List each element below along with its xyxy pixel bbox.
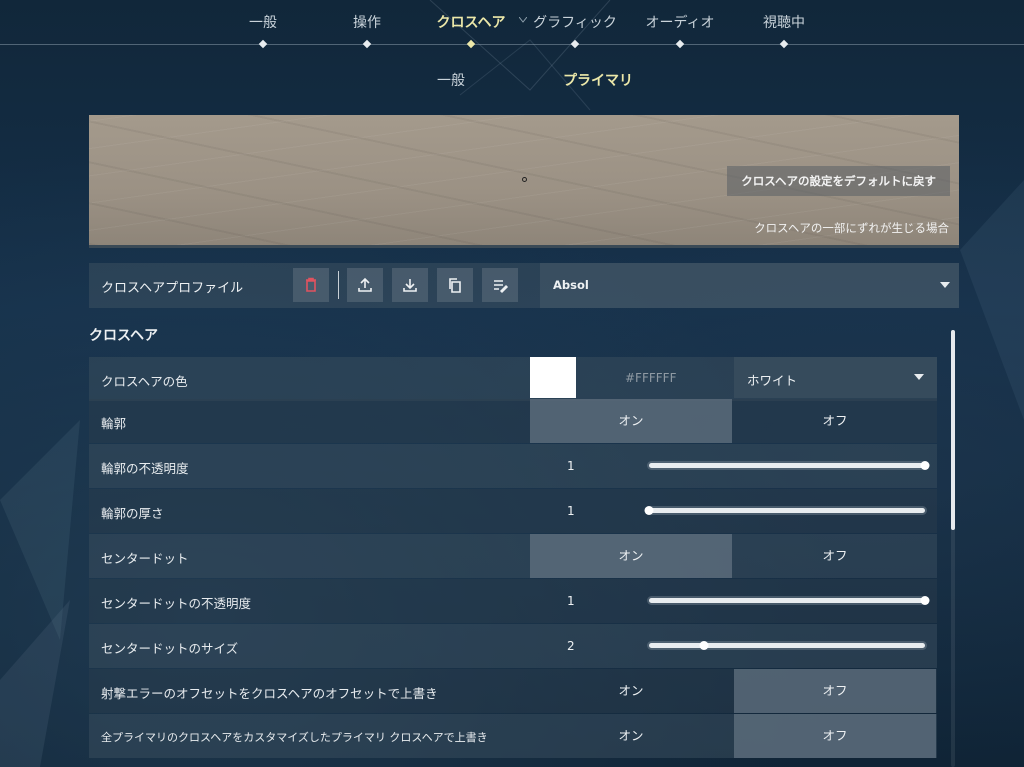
setting-label: センタードット <box>101 551 189 566</box>
chevron-down-icon <box>519 17 527 23</box>
nav-marker-active <box>466 39 476 49</box>
center-dot-on-button[interactable]: オン <box>530 534 732 578</box>
tab-controls[interactable]: 操作 <box>353 12 381 32</box>
crosshair-preview-dot <box>522 177 527 182</box>
copy-icon <box>449 278 461 293</box>
setting-row-outline-thickness: 輪郭の厚さ 1 <box>89 489 937 533</box>
subtab-general[interactable]: 一般 <box>437 70 465 90</box>
firing-error-on-button[interactable]: オン <box>530 669 732 713</box>
slider-value: 1 <box>567 504 575 518</box>
caret-down-icon <box>940 282 950 288</box>
tab-graphics[interactable]: グラフィック <box>533 12 617 32</box>
setting-row-center-dot-opacity: センタードットの不透明度 1 <box>89 579 937 623</box>
rename-profile-button[interactable] <box>482 268 518 302</box>
center-dot-off-button[interactable]: オフ <box>734 534 936 578</box>
firing-error-off-button[interactable]: オフ <box>734 669 936 713</box>
rename-icon <box>494 280 509 294</box>
setting-label: センタードットの不透明度 <box>101 596 252 611</box>
tab-audio[interactable]: オーディオ <box>645 12 714 32</box>
color-dropdown[interactable]: ホワイト <box>734 357 937 398</box>
preview-note: クロスヘアの一部にずれが生じる場合 <box>754 221 949 235</box>
nav-marker <box>362 39 372 49</box>
profile-dropdown-value: Absol <box>553 278 589 292</box>
caret-down-icon <box>914 374 924 380</box>
slider-knob[interactable] <box>920 461 930 470</box>
setting-row-outline-opacity: 輪郭の不透明度 1 <box>89 444 937 488</box>
export-profile-button[interactable] <box>347 268 383 302</box>
setting-label: センタードットのサイズ <box>101 641 239 656</box>
setting-row-firing-error-offset: 射撃エラーのオフセットをクロスヘアのオフセットで上書き オン オフ <box>89 669 937 713</box>
override-all-on-button[interactable]: オン <box>530 714 732 758</box>
profile-label: クロスヘアプロファイル <box>101 281 244 296</box>
slider-knob[interactable] <box>920 596 930 605</box>
outline-off-button[interactable]: オフ <box>734 399 936 443</box>
crosshair-profile-bar: クロスヘアプロファイル Absol <box>89 263 959 308</box>
slider-value: 2 <box>567 639 575 653</box>
setting-row-override-all-primary: 全プライマリのクロスヘアをカスタマイズしたプライマリ クロスヘアで上書き オン … <box>89 714 937 758</box>
crosshair-preview: クロスヘアの設定をデフォルトに戻す クロスヘアの一部にずれが生じる場合 <box>89 115 959 248</box>
download-icon <box>403 279 417 292</box>
profile-dropdown[interactable]: Absol <box>540 263 959 308</box>
setting-label: 輪郭の不透明度 <box>101 461 189 476</box>
trash-icon <box>306 277 316 292</box>
scrollbar-thumb[interactable] <box>951 330 955 530</box>
setting-row-center-dot: センタードット オン オフ <box>89 534 937 578</box>
tab-spectating[interactable]: 視聴中 <box>763 12 805 32</box>
slider-knob[interactable] <box>644 506 654 515</box>
slider-knob[interactable] <box>699 641 709 650</box>
override-all-off-button[interactable]: オフ <box>734 714 936 758</box>
subtab-primary[interactable]: プライマリ <box>563 70 633 90</box>
center-dot-size-slider[interactable] <box>649 641 925 650</box>
slider-value: 1 <box>567 459 575 473</box>
setting-row-crosshair-color: クロスヘアの色 #FFFFFF ホワイト <box>89 357 937 401</box>
tab-crosshair[interactable]: クロスヘア <box>436 12 505 32</box>
setting-row-center-dot-size: センタードットのサイズ 2 <box>89 624 937 668</box>
section-title: クロスヘア <box>89 328 159 344</box>
nav-marker <box>258 39 268 49</box>
nav-divider <box>0 44 1024 45</box>
setting-label: 輪郭 <box>101 416 127 431</box>
nav-marker <box>675 39 685 49</box>
outline-on-button[interactable]: オン <box>530 399 732 443</box>
nav-marker <box>779 39 789 49</box>
setting-label: 輪郭の厚さ <box>101 506 164 521</box>
tab-general[interactable]: 一般 <box>249 12 277 32</box>
outline-opacity-slider[interactable] <box>649 461 930 470</box>
slider-value: 1 <box>567 594 575 608</box>
setting-label: クロスヘアの色 <box>101 374 188 389</box>
color-dropdown-value: ホワイト <box>747 373 798 388</box>
center-dot-opacity-slider[interactable] <box>649 596 930 605</box>
setting-row-outline: 輪郭 オン オフ <box>89 399 937 443</box>
color-hex-value: #FFFFFF <box>625 371 677 385</box>
setting-label: 全プライマリのクロスヘアをカスタマイズしたプライマリ クロスヘアで上書き <box>101 731 488 744</box>
copy-profile-button[interactable] <box>437 268 473 302</box>
reset-crosshair-button[interactable]: クロスヘアの設定をデフォルトに戻す <box>727 166 950 196</box>
nav-marker <box>570 39 580 49</box>
toolbar-divider <box>338 271 339 299</box>
setting-label: 射撃エラーのオフセットをクロスヘアのオフセットで上書き <box>101 686 438 701</box>
import-profile-button[interactable] <box>392 268 428 302</box>
upload-icon <box>358 277 372 292</box>
top-nav: 一般 操作 クロスヘア グラフィック オーディオ 視聴中 <box>0 0 1024 50</box>
color-swatch[interactable] <box>530 357 576 398</box>
outline-thickness-slider[interactable] <box>644 506 925 515</box>
delete-profile-button[interactable] <box>293 268 329 302</box>
